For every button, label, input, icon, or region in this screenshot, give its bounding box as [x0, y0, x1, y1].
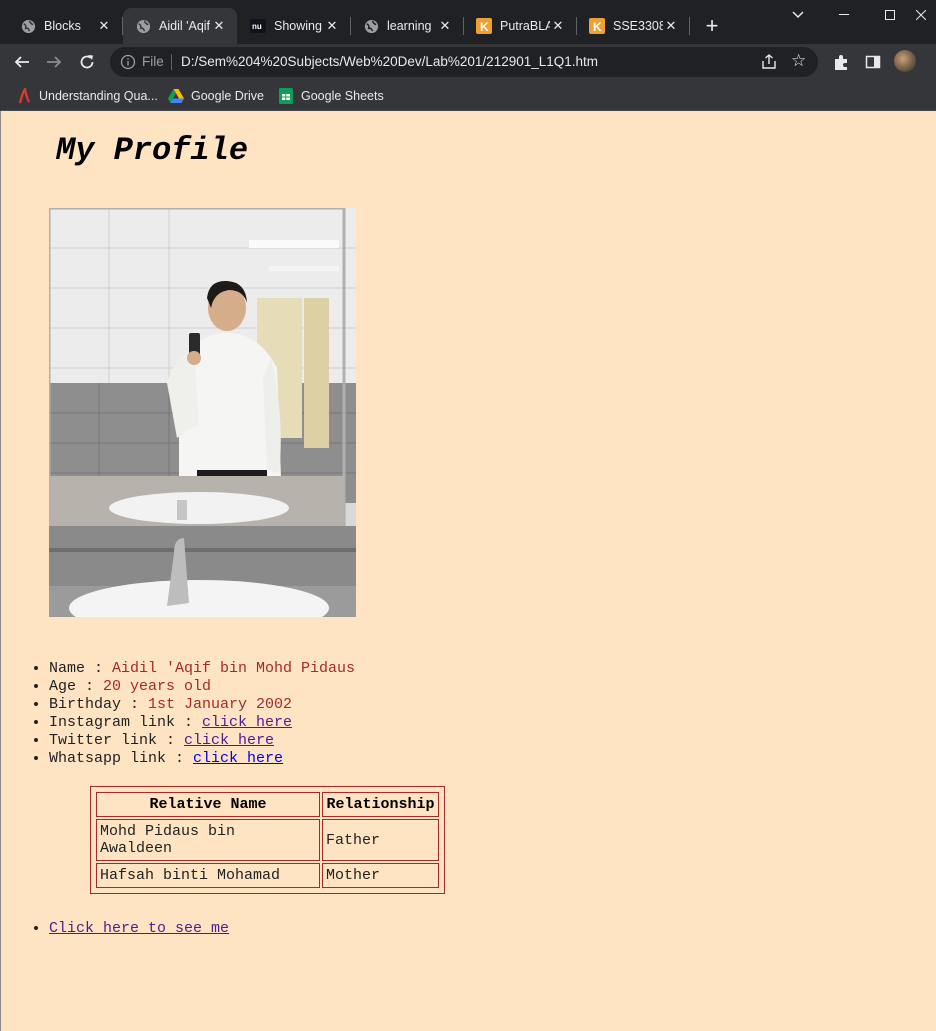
tab-title: PutraBLA: [500, 19, 550, 33]
close-icon[interactable]: ✕: [96, 18, 112, 34]
tab-strip: Blocks ✕ Aidil 'Aqif ✕ nu Showing ✕ lear…: [0, 0, 936, 44]
info-label: Twitter link :: [49, 732, 185, 749]
info-label: Age :: [49, 678, 104, 695]
info-value: 1st January 2002: [148, 696, 293, 713]
reload-icon: [80, 55, 94, 69]
forward-button[interactable]: [40, 48, 68, 76]
globe-icon: [363, 18, 379, 34]
new-tab-button[interactable]: +: [700, 13, 724, 38]
info-label: Instagram link :: [49, 714, 203, 731]
tab-aidil-aqif[interactable]: Aidil 'Aqif ✕: [123, 8, 237, 44]
forward-arrow-icon: [47, 56, 62, 68]
relatives-table: Relative Name Relationship Mohd Pidaus b…: [90, 786, 445, 894]
window-close-icon[interactable]: [905, 0, 936, 30]
bookmark-google-sheets[interactable]: Google Sheets: [278, 85, 384, 107]
column-header: Relative Name: [96, 792, 320, 817]
profile-avatar[interactable]: [894, 50, 916, 72]
bookmark-label: Understanding Qua...: [39, 89, 158, 103]
browser-toolbar: File D:/Sem%204%20Subjects/Web%20Dev/Lab…: [0, 44, 936, 80]
url-text[interactable]: D:/Sem%204%20Subjects/Web%20Dev/Lab%201/…: [181, 54, 598, 69]
tab-showing[interactable]: nu Showing ✕: [238, 8, 351, 44]
extensions-puzzle-icon[interactable]: [831, 52, 851, 72]
info-value: Aidil 'Aqif bin Mohd Pidaus: [112, 660, 356, 677]
tab-separator: [689, 17, 690, 35]
bookmark-google-drive[interactable]: Google Drive: [168, 85, 264, 107]
list-item-age: Age : 20 years old: [49, 678, 355, 696]
instagram-link[interactable]: click here: [202, 714, 292, 731]
tab-search-chevron-down-icon[interactable]: [775, 0, 821, 30]
svg-text:K: K: [593, 20, 602, 34]
tab-title: SSE3308-: [613, 19, 663, 33]
reload-button[interactable]: [73, 48, 101, 76]
tab-title: learning: [387, 19, 432, 33]
table-row: Mohd Pidaus bin Awaldeen Father: [96, 819, 439, 861]
globe-icon: [20, 18, 36, 34]
tab-title: Blocks: [44, 19, 81, 33]
twitter-link[interactable]: click here: [184, 732, 274, 749]
close-icon[interactable]: ✕: [324, 18, 340, 34]
profile-info-list: Name : Aidil 'Aqif bin Mohd Pidaus Age :…: [49, 660, 355, 768]
bookmark-star-icon[interactable]: ☆: [791, 51, 806, 71]
whatsapp-link[interactable]: click here: [193, 750, 283, 767]
omnibox-divider: [171, 54, 172, 70]
table-cell: Father: [322, 819, 439, 861]
bookmark-understanding-qua[interactable]: Understanding Qua...: [16, 85, 158, 107]
share-icon[interactable]: [760, 53, 778, 71]
info-label: Birthday :: [49, 696, 149, 713]
tab-learning[interactable]: learning ✕: [351, 8, 464, 44]
table-row: Hafsah binti Mohamad Mother: [96, 863, 439, 888]
k-logo-icon: K: [476, 18, 492, 34]
list-item-name: Name : Aidil 'Aqif bin Mohd Pidaus: [49, 660, 355, 678]
close-icon[interactable]: ✕: [550, 18, 566, 34]
list-item-instagram: Instagram link : click here: [49, 714, 355, 732]
table-cell: Mohd Pidaus bin Awaldeen: [96, 819, 320, 861]
svg-text:K: K: [480, 20, 489, 34]
bookmark-label: Google Sheets: [301, 89, 384, 103]
globe-icon: [135, 18, 151, 34]
bookmarks-bar: Understanding Qua... Google Drive Google…: [0, 80, 936, 111]
info-icon[interactable]: [120, 54, 136, 70]
bottom-link-list: Click here to see me: [49, 920, 229, 937]
info-label: Whatsapp link :: [49, 750, 194, 767]
table-cell: Hafsah binti Mohamad: [96, 863, 320, 888]
tab-sse3308[interactable]: K SSE3308- ✕: [577, 8, 690, 44]
page-title: My Profile: [56, 132, 249, 169]
table-cell: Mother: [322, 863, 439, 888]
google-sheets-icon: [278, 88, 294, 104]
svg-text:nu: nu: [252, 22, 262, 31]
tab-putrablast[interactable]: K PutraBLA ✕: [464, 8, 577, 44]
back-button[interactable]: [8, 48, 36, 76]
info-label: Name :: [49, 660, 113, 677]
back-arrow-icon: [14, 56, 29, 68]
bookmark-label: Google Drive: [191, 89, 264, 103]
info-value: 20 years old: [103, 678, 212, 695]
table-header-row: Relative Name Relationship: [96, 792, 439, 817]
profile-photo: [49, 208, 356, 617]
pdf-icon: [16, 88, 32, 104]
tab-blocks[interactable]: Blocks ✕: [8, 8, 123, 44]
list-item-birthday: Birthday : 1st January 2002: [49, 696, 355, 714]
list-item-twitter: Twitter link : click here: [49, 732, 355, 750]
nu-logo-icon: nu: [250, 18, 266, 34]
side-panel-icon[interactable]: [863, 52, 883, 72]
page-viewport: My Profile • Name: Aidil 'Aqif bin Mohd…: [0, 111, 936, 1031]
list-item-whatsapp: Whatsapp link : click here: [49, 750, 355, 768]
tab-title: Showing: [274, 19, 322, 33]
minimize-icon[interactable]: [821, 0, 867, 30]
k-logo-icon: K: [589, 18, 605, 34]
close-icon[interactable]: ✕: [437, 18, 453, 34]
google-drive-icon: [168, 88, 184, 104]
list-item: Click here to see me: [49, 920, 229, 937]
tab-title: Aidil 'Aqif: [159, 19, 211, 33]
close-icon[interactable]: ✕: [663, 18, 679, 34]
close-icon[interactable]: ✕: [211, 18, 227, 34]
column-header: Relationship: [322, 792, 439, 817]
url-scheme-label: File: [142, 54, 164, 69]
address-bar[interactable]: File D:/Sem%204%20Subjects/Web%20Dev/Lab…: [110, 47, 818, 77]
see-me-link[interactable]: Click here to see me: [49, 920, 229, 937]
